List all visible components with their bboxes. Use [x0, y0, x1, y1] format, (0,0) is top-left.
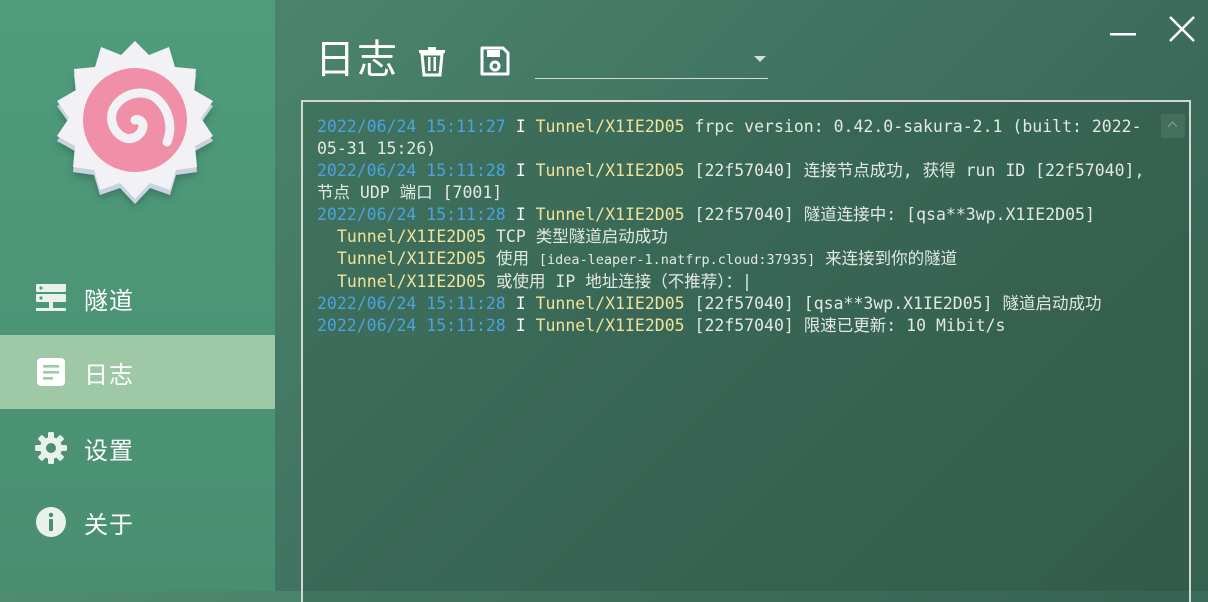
- server-icon: [33, 280, 69, 316]
- save-icon: [478, 46, 512, 82]
- document-icon: [33, 354, 69, 390]
- scroll-up-button[interactable]: [1161, 114, 1185, 138]
- log-body: 2022/06/24 15:11:27 I Tunnel/X1IE2D05 fr…: [317, 116, 1147, 337]
- log-sub-entry: Tunnel/X1IE2D05 或使用 IP 地址连接（不推荐）：|: [337, 272, 752, 291]
- sidebar-item-settings[interactable]: 设置: [0, 411, 275, 485]
- close-icon: [1166, 16, 1198, 50]
- minimize-button[interactable]: [1107, 14, 1139, 46]
- page-title: 日志: [315, 37, 399, 83]
- log-entry: 2022/06/24 15:11:27 I Tunnel/X1IE2D05 fr…: [317, 117, 1142, 158]
- gear-icon: [33, 430, 69, 466]
- sidebar-item-logs[interactable]: 日志: [0, 335, 275, 409]
- app-logo: [45, 38, 225, 218]
- log-sub-entry: Tunnel/X1IE2D05 TCP 类型隧道启动成功: [337, 227, 668, 246]
- chevron-down-icon: [754, 56, 766, 62]
- sidebar-item-label: 关于: [84, 510, 134, 539]
- tunnel-filter-select[interactable]: [535, 48, 768, 79]
- log-entry: 2022/06/24 15:11:28 I Tunnel/X1IE2D05 [2…: [317, 205, 1095, 224]
- close-button[interactable]: [1166, 14, 1198, 46]
- log-entry: 2022/06/24 15:11:28 I Tunnel/X1IE2D05 [2…: [317, 294, 1102, 313]
- minimize-icon: [1107, 31, 1139, 50]
- log-sub-entry: Tunnel/X1IE2D05 使用 [idea-leaper-1.natfrp…: [337, 249, 958, 268]
- sidebar-item-label: 隧道: [84, 286, 134, 315]
- main-content: 日志 2022/06/24 15:11:27 I Tunnel/X1IE2D05…: [275, 0, 1208, 602]
- info-icon: [33, 504, 69, 540]
- save-log-button[interactable]: [478, 44, 512, 78]
- log-panel[interactable]: 2022/06/24 15:11:27 I Tunnel/X1IE2D05 fr…: [301, 100, 1191, 602]
- sidebar-item-label: 日志: [84, 360, 134, 389]
- sidebar-item-label: 设置: [84, 436, 134, 465]
- log-entry: 2022/06/24 15:11:28 I Tunnel/X1IE2D05 [2…: [317, 316, 1006, 335]
- sidebar: 隧道 日志 设置 关于: [0, 0, 275, 591]
- delete-log-button[interactable]: [415, 44, 449, 78]
- sidebar-item-about[interactable]: 关于: [0, 485, 275, 559]
- log-entry: 2022/06/24 15:11:28 I Tunnel/X1IE2D05 [2…: [317, 161, 1155, 202]
- trash-icon: [415, 47, 449, 82]
- sidebar-item-tunnels[interactable]: 隧道: [0, 261, 275, 335]
